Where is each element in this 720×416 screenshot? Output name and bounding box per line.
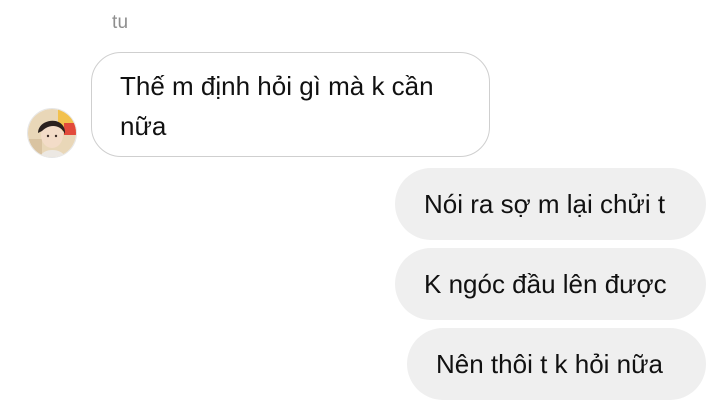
chat-thread: tu Thế m định hỏi gì mà k cần nữa Nói ra… [0,0,720,416]
outgoing-message-text: Nên thôi t k hỏi nữa [436,349,663,379]
sender-avatar[interactable] [27,108,77,158]
outgoing-message-bubble[interactable]: Nói ra sợ m lại chửi t [395,168,706,240]
profile-photo-icon [28,109,76,157]
incoming-message-text: Thế m định hỏi gì mà k cần nữa [120,71,434,141]
outgoing-message-bubble[interactable]: Nên thôi t k hỏi nữa [407,328,706,400]
outgoing-message-text: Nói ra sợ m lại chửi t [424,189,666,219]
incoming-message-bubble[interactable]: Thế m định hỏi gì mà k cần nữa [91,52,490,157]
outgoing-message-text: K ngóc đầu lên được [424,269,667,299]
outgoing-message-bubble[interactable]: K ngóc đầu lên được [395,248,706,320]
sender-name[interactable]: tu [112,12,128,34]
